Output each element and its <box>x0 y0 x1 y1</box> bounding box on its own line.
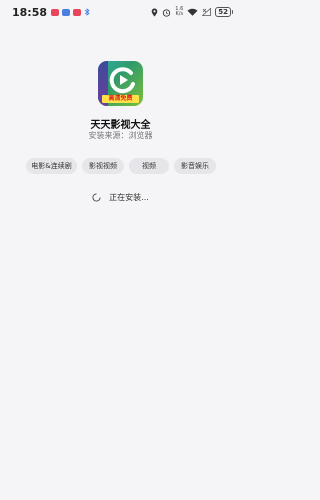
network-speed: 1.6 K/s <box>175 7 183 17</box>
install-progress: 正在安装... <box>0 192 241 203</box>
loading-spinner-icon <box>92 193 101 202</box>
tag-chip[interactable]: 视频 <box>129 158 169 174</box>
alarm-icon <box>162 8 171 17</box>
battery-icon: 52 <box>215 7 233 17</box>
battery-level: 52 <box>215 7 231 17</box>
network-speed-unit: K/s <box>175 11 184 17</box>
battery-tip <box>231 10 233 14</box>
location-icon <box>151 8 158 17</box>
no-sim-icon <box>202 8 212 16</box>
install-screen: 18:58 1.6 K/s 52 高清免费 天天影视大全 安装来源：浏览器 电影… <box>0 0 241 500</box>
tag-chip[interactable]: 影音娱乐 <box>174 158 216 174</box>
install-source: 安装来源：浏览器 <box>88 131 153 140</box>
wifi-icon <box>187 8 198 16</box>
install-status-text: 正在安装... <box>109 193 149 202</box>
app-badge: 高清免费 <box>102 95 139 103</box>
tag-chip[interactable]: 电影&连续剧 <box>26 158 77 174</box>
tag-chip[interactable]: 影视视频 <box>82 158 124 174</box>
status-bar: 18:58 1.6 K/s 52 <box>0 0 241 24</box>
app-name: 天天影视大全 <box>90 120 151 131</box>
tag-list: 电影&连续剧 影视视频 视频 影音娱乐 <box>26 158 216 174</box>
bluetooth-icon <box>84 8 90 16</box>
status-time: 18:58 <box>12 5 48 19</box>
video-play-icon <box>109 67 135 94</box>
app-notification-icon <box>73 8 82 16</box>
app-notification-icon <box>51 8 60 16</box>
app-icon: 高清免费 <box>98 61 143 106</box>
app-notification-icon <box>62 8 71 16</box>
